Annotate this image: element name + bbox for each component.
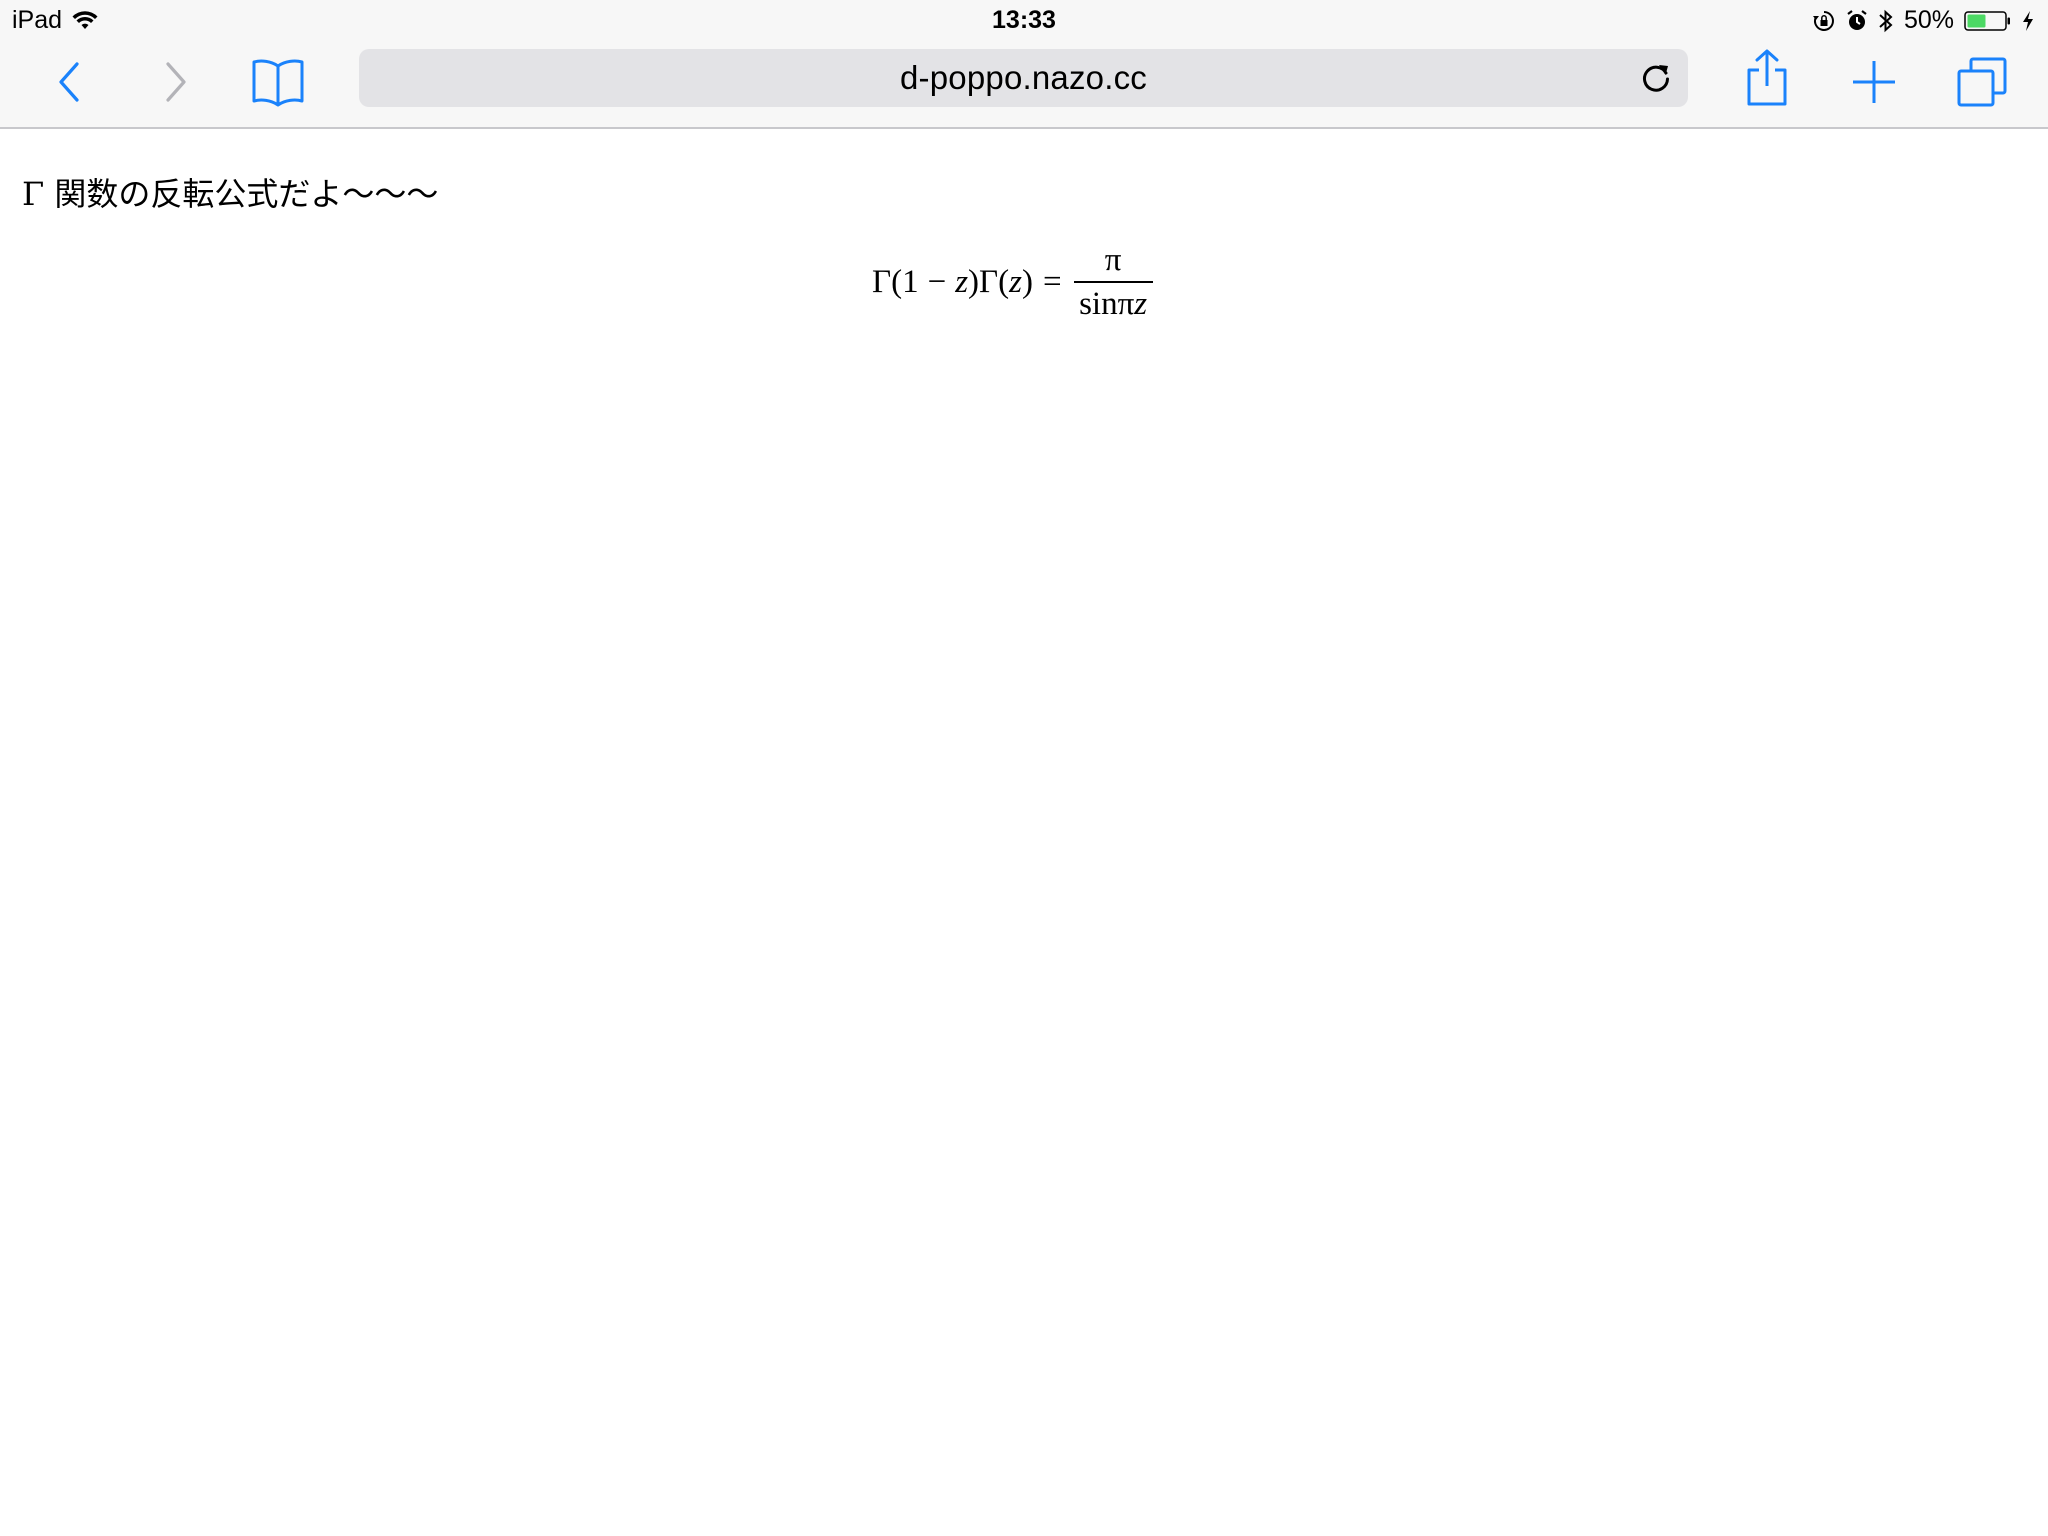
tabs-button[interactable] (1952, 52, 2012, 112)
battery-icon (1964, 10, 2012, 32)
formula-lhs: Γ ( 1 − z ) Γ ( z ) (872, 264, 1033, 301)
alarm-icon (1846, 9, 1868, 33)
tabs-icon (1956, 56, 2008, 108)
formula-z-1: z (955, 263, 969, 300)
status-right: 50% (1812, 6, 2034, 35)
status-time: 13:33 (992, 6, 1056, 34)
forward-icon (160, 60, 190, 104)
formula-minus: − (927, 263, 947, 300)
back-icon (55, 60, 85, 104)
formula-gamma-1: Γ (872, 263, 892, 300)
url-text[interactable]: d-poppo.nazo.cc (359, 49, 1688, 107)
formula-paren-close-1: ) (968, 263, 980, 300)
formula-numerator: π (1104, 242, 1122, 278)
formula-equals: = (1042, 263, 1062, 300)
back-button[interactable] (40, 52, 100, 112)
web-page-content: Γ 関数の反転公式だよ〜〜〜 Γ ( 1 − z ) Γ ( z ) = π s… (0, 129, 2048, 1536)
new-tab-icon (1851, 59, 1897, 105)
formula-paren-open-1: ( (891, 263, 903, 300)
browser-toolbar: d-poppo.nazo.cc (0, 40, 2048, 129)
reload-button[interactable] (1638, 60, 1674, 96)
formula-paren-open-2: ( (998, 263, 1010, 300)
bluetooth-icon (1878, 8, 1894, 34)
reload-icon (1638, 65, 1674, 100)
battery-percent: 50% (1903, 6, 1954, 34)
share-icon (1744, 48, 1790, 108)
formula-one: 1 (902, 263, 919, 300)
formula-den-pi: π (1117, 286, 1135, 322)
formula-paren-close-2: ) (1021, 263, 1033, 300)
bookmarks-icon (250, 56, 306, 108)
intro-text: Γ 関数の反転公式だよ〜〜〜 (22, 175, 439, 213)
forward-button[interactable] (145, 52, 205, 112)
formula-den-sin: sin (1079, 286, 1118, 322)
new-tab-button[interactable] (1844, 52, 1904, 112)
formula-fraction: π sinπz (1073, 241, 1153, 323)
formula-denominator: sinπz (1075, 283, 1151, 323)
formula-den-z: z (1134, 286, 1148, 322)
reflection-formula: Γ ( 1 − z ) Γ ( z ) = π sinπz (872, 241, 1153, 323)
status-bar: iPad 13:33 50% (0, 0, 2048, 40)
bookmarks-button[interactable] (248, 52, 308, 112)
formula-gamma-2: Γ (979, 263, 999, 300)
share-button[interactable] (1737, 48, 1797, 108)
address-bar[interactable]: d-poppo.nazo.cc (359, 49, 1688, 107)
orientation-lock-icon (1812, 9, 1836, 33)
formula-z-2: z (1009, 263, 1022, 300)
charging-icon (2022, 10, 2034, 32)
